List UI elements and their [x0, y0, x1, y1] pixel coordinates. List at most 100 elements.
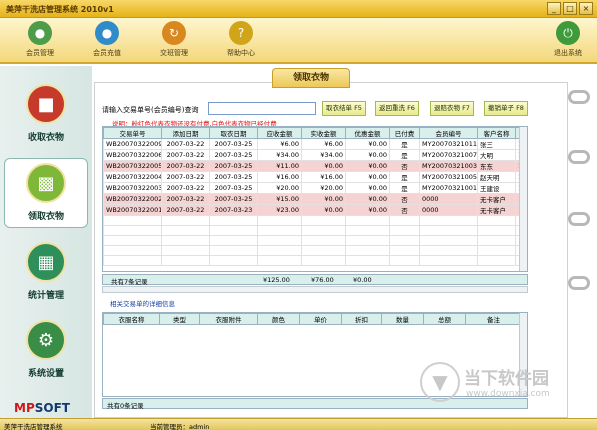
sidebar-item-receive-clothes[interactable]: ■ 收取衣物 — [4, 80, 88, 150]
sidebar: ■ 收取衣物 ▩ 领取衣物 ▦ 统计管理 ⚙ 系统设置 — [0, 66, 92, 418]
table-cell — [301, 215, 346, 226]
column-header[interactable]: 单价 — [299, 313, 342, 325]
column-header[interactable]: 衣服附件 — [199, 313, 258, 325]
total-due: ¥125.00 — [263, 276, 290, 284]
column-header[interactable]: 备注 — [465, 313, 522, 325]
table-cell: 2007-03-25 — [209, 160, 258, 172]
table-cell — [161, 255, 210, 266]
column-header[interactable]: 实收金额 — [301, 127, 346, 139]
table-cell — [209, 235, 258, 246]
exit-system-button[interactable]: ⏻ 退出系统 — [542, 21, 594, 63]
column-header[interactable]: 类型 — [159, 313, 200, 325]
table-cell: MY20070321011 — [419, 138, 478, 150]
column-header[interactable]: 客户名称 — [477, 127, 516, 139]
table-row[interactable]: WB20070322004 2007-03-22 2007-03-25 ¥16.00 ¥… — [103, 171, 527, 183]
table-cell: MY20070321001 — [419, 182, 478, 194]
chart-icon: ▦ — [26, 242, 66, 282]
table-cell: 2007-03-22 — [161, 204, 210, 216]
help-center-button[interactable]: ? 帮助中心 — [215, 21, 267, 63]
cancel-order-button[interactable]: 撤销单子 F8 — [484, 101, 528, 116]
table-cell — [257, 225, 302, 236]
table-cell: 2007-03-23 — [209, 204, 258, 216]
minimize-button[interactable]: _ — [547, 2, 561, 15]
column-header[interactable]: 应收金额 — [257, 127, 302, 139]
table-row[interactable]: WB20070322009 2007-03-22 2007-03-25 ¥6.00 ¥6… — [103, 138, 527, 150]
table-cell: ¥0.00 — [345, 138, 390, 150]
table-cell: 0000 — [419, 193, 478, 205]
table-cell: ¥0.00 — [345, 149, 390, 161]
table-cell: 王建设 — [477, 182, 516, 194]
order-search-input[interactable] — [208, 102, 316, 115]
table-cell: ¥34.00 — [301, 149, 346, 161]
table-cell — [389, 225, 420, 236]
table-cell: 是 — [389, 149, 420, 161]
shirt-icon: ■ — [26, 84, 66, 124]
table-cell — [345, 255, 390, 266]
sidebar-item-settings[interactable]: ⚙ 系统设置 — [4, 316, 88, 386]
table-cell — [103, 225, 162, 236]
shift-handover-button[interactable]: ↻ 交班管理 — [148, 21, 200, 63]
status-app-name: 美萍干洗店管理系统 — [4, 423, 63, 430]
column-header[interactable]: 会员编号 — [419, 127, 478, 139]
column-header[interactable]: 衣服名称 — [103, 313, 160, 325]
table-row[interactable]: WB20070322001 2007-03-22 2007-03-23 ¥23.00 ¥… — [103, 204, 527, 216]
column-header[interactable]: 数量 — [381, 313, 424, 325]
table-cell — [209, 255, 258, 266]
table-cell: ¥0.00 — [301, 160, 346, 172]
table-row[interactable]: WB20070322006 2007-03-22 2007-03-25 ¥34.00 ¥… — [103, 149, 527, 161]
sidebar-item-statistics[interactable]: ▦ 统计管理 — [4, 238, 88, 308]
orders-vertical-scrollbar[interactable] — [519, 127, 527, 271]
column-header[interactable]: 优惠金额 — [345, 127, 390, 139]
table-cell — [477, 215, 516, 226]
return-rewash-button[interactable]: 返回重洗 F6 — [375, 101, 419, 116]
column-header[interactable]: 交易单号 — [103, 127, 162, 139]
empty-row — [103, 235, 527, 246]
table-cell — [477, 255, 516, 266]
column-header[interactable]: 总额 — [423, 313, 466, 325]
column-header[interactable]: 取衣日期 — [209, 127, 258, 139]
table-cell: 否 — [389, 193, 420, 205]
table-cell — [345, 215, 390, 226]
table-row[interactable]: WB20070322002 2007-03-22 2007-03-25 ¥15.00 ¥… — [103, 193, 527, 205]
column-header[interactable]: 已付费 — [389, 127, 420, 139]
binder-ring-icon — [568, 276, 590, 290]
column-header[interactable]: 颜色 — [257, 313, 300, 325]
handover-icon: ↻ — [162, 21, 186, 45]
query-label: 请输入交易单号(会员编号)查询 — [102, 106, 199, 114]
watermark: ▼ 当下软件园 www.downxia.com — [420, 356, 592, 412]
table-cell: 是 — [389, 182, 420, 194]
member-recharge-button[interactable]: ● 会员充值 — [81, 21, 133, 63]
table-cell: 张三 — [477, 138, 516, 150]
table-cell: ¥20.00 — [301, 182, 346, 194]
logo-text: SOFT — [34, 401, 70, 415]
column-header[interactable]: 折扣 — [341, 313, 382, 325]
binder-ring-icon — [568, 150, 590, 164]
close-button[interactable]: × — [579, 2, 593, 15]
table-cell: ¥0.00 — [301, 193, 346, 205]
table-cell: WB20070322002 — [103, 193, 162, 205]
column-header[interactable]: 添加日期 — [161, 127, 210, 139]
table-cell: ¥16.00 — [257, 171, 302, 183]
exit-label: 退出系统 — [554, 49, 582, 57]
total-paid: ¥76.00 — [311, 276, 334, 284]
table-cell: 无卡客户 — [477, 193, 516, 205]
table-cell: ¥0.00 — [345, 160, 390, 172]
refund-clothes-button[interactable]: 退赔衣物 F7 — [430, 101, 474, 116]
table-cell — [477, 225, 516, 236]
pickup-checkout-button[interactable]: 取衣结单 F5 — [322, 101, 366, 116]
orders-horizontal-scrollbar[interactable] — [102, 286, 528, 293]
maximize-button[interactable]: □ — [563, 2, 577, 15]
table-cell: MY20070321003 — [419, 160, 478, 172]
table-cell — [257, 235, 302, 246]
table-cell: ¥6.00 — [257, 138, 302, 150]
table-cell — [301, 255, 346, 266]
binder-rings — [568, 90, 592, 350]
section-title: 领取衣物 — [272, 68, 350, 88]
table-row[interactable]: WB20070322005 2007-03-22 2007-03-25 ¥11.00 ¥… — [103, 160, 527, 172]
table-cell — [103, 215, 162, 226]
table-cell — [257, 255, 302, 266]
table-cell: 0000 — [419, 204, 478, 216]
table-row[interactable]: WB20070322003 2007-03-22 2007-03-25 ¥20.00 ¥… — [103, 182, 527, 194]
member-management-button[interactable]: ● 会员管理 — [14, 21, 66, 63]
sidebar-item-pickup-clothes[interactable]: ▩ 领取衣物 — [4, 158, 88, 228]
